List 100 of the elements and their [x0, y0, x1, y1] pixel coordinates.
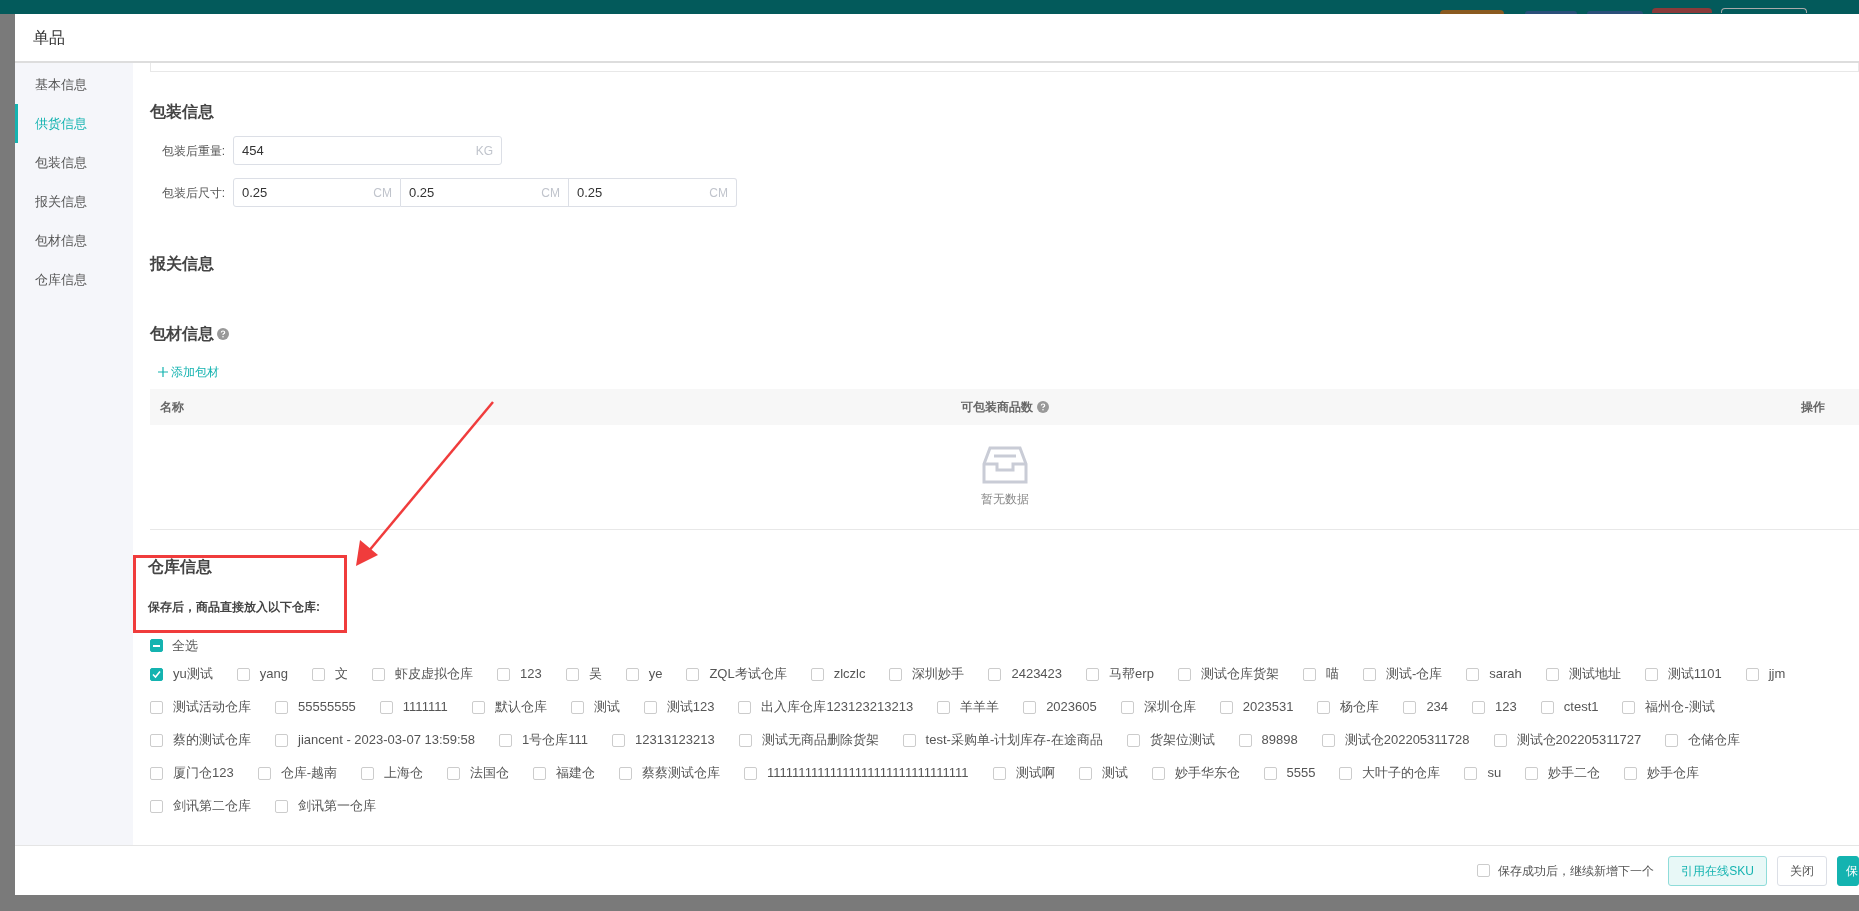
checkbox[interactable]: [1540, 700, 1554, 714]
checkbox[interactable]: [1545, 667, 1559, 681]
checkbox[interactable]: [1403, 700, 1417, 714]
checkbox[interactable]: [371, 667, 385, 681]
warehouse-option[interactable]: 货架位测试: [1126, 730, 1215, 750]
checkbox[interactable]: [1622, 700, 1636, 714]
checkbox[interactable]: [565, 667, 579, 681]
checkbox[interactable]: [361, 766, 375, 780]
checkbox[interactable]: [1464, 766, 1478, 780]
checkbox[interactable]: [1472, 700, 1486, 714]
warehouse-option[interactable]: 福州仓-测试: [1622, 697, 1715, 717]
checkbox[interactable]: [1126, 733, 1140, 747]
warehouse-option[interactable]: 测试-仓库: [1362, 664, 1443, 684]
checkbox[interactable]: [533, 766, 547, 780]
checkbox[interactable]: [1238, 733, 1252, 747]
checkbox[interactable]: [150, 667, 163, 681]
footer-button[interactable]: 关闭: [1777, 855, 1827, 886]
checkbox[interactable]: [499, 733, 513, 747]
checkbox[interactable]: [471, 700, 485, 714]
warehouse-option[interactable]: 妙手二仓: [1525, 763, 1601, 783]
checkbox[interactable]: [738, 733, 752, 747]
warehouse-option[interactable]: 测试仓202205311727: [1493, 730, 1642, 750]
checkbox[interactable]: [810, 667, 824, 681]
warehouse-option[interactable]: 上海仓: [361, 763, 424, 783]
warehouse-option[interactable]: 2023531: [1219, 697, 1294, 717]
warehouse-option[interactable]: 剑讯第二仓库: [150, 796, 251, 816]
warehouse-option[interactable]: 2423423: [988, 664, 1063, 684]
checkbox[interactable]: [257, 766, 271, 780]
checkbox[interactable]: [447, 766, 461, 780]
checkbox[interactable]: [988, 667, 1002, 681]
checkbox[interactable]: [150, 733, 163, 747]
select-all-option[interactable]: 全选: [150, 636, 1859, 656]
warehouse-option[interactable]: 蔡的测试仓库: [150, 730, 251, 750]
warehouse-option[interactable]: 福建仓: [533, 763, 596, 783]
warehouse-option[interactable]: 11111111111111111111111111111111: [744, 763, 969, 783]
checkbox[interactable]: [275, 700, 288, 714]
warehouse-option[interactable]: 123: [1472, 697, 1517, 717]
checkbox[interactable]: [496, 667, 510, 681]
checkbox[interactable]: [992, 766, 1006, 780]
warehouse-option[interactable]: 马帮erp: [1086, 664, 1154, 684]
checkbox[interactable]: [1321, 733, 1335, 747]
checkbox[interactable]: [1525, 766, 1539, 780]
warehouse-option[interactable]: su: [1464, 763, 1502, 783]
warehouse-option[interactable]: 1111111: [379, 697, 448, 717]
warehouse-option[interactable]: 默认仓库: [471, 697, 547, 717]
checkbox[interactable]: [150, 766, 163, 780]
warehouse-option[interactable]: 深圳妙手: [889, 664, 965, 684]
warehouse-option[interactable]: 妙手华东仓: [1151, 763, 1240, 783]
warehouse-option[interactable]: 55555555: [275, 697, 356, 717]
checkbox[interactable]: [889, 667, 903, 681]
warehouse-option[interactable]: yang: [236, 664, 288, 684]
checkbox[interactable]: [311, 667, 325, 681]
checkbox[interactable]: [1339, 766, 1353, 780]
help-icon[interactable]: [217, 328, 229, 340]
warehouse-option[interactable]: 测试123: [643, 697, 715, 717]
warehouse-option[interactable]: 89898: [1238, 730, 1298, 750]
warehouse-option[interactable]: 12313123213: [612, 730, 715, 750]
checkbox[interactable]: [379, 700, 393, 714]
checkbox[interactable]: [643, 700, 657, 714]
warehouse-option[interactable]: 羊羊羊: [937, 697, 1000, 717]
input-field[interactable]: 0.25 CM: [233, 178, 401, 207]
warehouse-option[interactable]: 测试啊: [992, 763, 1055, 783]
warehouse-option[interactable]: 仓储仓库: [1665, 730, 1741, 750]
input-field[interactable]: 454 KG: [233, 136, 502, 165]
warehouse-option[interactable]: ye: [625, 664, 663, 684]
help-icon[interactable]: [1036, 401, 1049, 413]
warehouse-option[interactable]: 杨仓库: [1317, 697, 1380, 717]
warehouse-option[interactable]: 厦门仓123: [150, 763, 234, 783]
checkbox[interactable]: [937, 700, 951, 714]
checkbox[interactable]: [1644, 667, 1658, 681]
checkbox[interactable]: [150, 799, 163, 813]
warehouse-option[interactable]: 测试无商品删除货架: [738, 730, 879, 750]
warehouse-option[interactable]: 虾皮虚拟仓库: [371, 664, 473, 684]
warehouse-option[interactable]: 蔡蔡测试仓库: [619, 763, 721, 783]
nav-item[interactable]: 包装信息: [15, 143, 133, 182]
checkbox[interactable]: [275, 799, 288, 813]
warehouse-option[interactable]: 测试仓库货架: [1177, 664, 1279, 684]
warehouse-option[interactable]: yu测试: [150, 664, 213, 684]
warehouse-option[interactable]: 仓库-越南: [257, 763, 338, 783]
checkbox[interactable]: [1078, 766, 1092, 780]
warehouse-option[interactable]: 测试仓202205311728: [1321, 730, 1470, 750]
checkbox[interactable]: [1665, 733, 1679, 747]
warehouse-option[interactable]: 出入库仓库123123213213: [738, 697, 914, 717]
warehouse-option[interactable]: 测试: [570, 697, 620, 717]
checkbox[interactable]: [1317, 700, 1331, 714]
warehouse-option[interactable]: ctest1: [1540, 697, 1599, 717]
continue-option[interactable]: 保存成功后，继续新增下一个: [1477, 861, 1655, 880]
checkbox[interactable]: [1302, 667, 1316, 681]
input-field[interactable]: 0.25 CM: [569, 178, 737, 207]
checkbox[interactable]: [738, 700, 752, 714]
warehouse-option[interactable]: 5555: [1263, 763, 1316, 783]
warehouse-option[interactable]: 1号仓库111: [499, 730, 589, 750]
checkbox[interactable]: [686, 667, 700, 681]
checkbox[interactable]: [619, 766, 633, 780]
checkbox[interactable]: [1023, 700, 1037, 714]
checkbox[interactable]: [1120, 700, 1134, 714]
checkbox[interactable]: [902, 733, 916, 747]
nav-item[interactable]: 基本信息: [15, 65, 133, 104]
warehouse-option[interactable]: 测试1101: [1644, 664, 1722, 684]
warehouse-option[interactable]: 测试: [1078, 763, 1128, 783]
